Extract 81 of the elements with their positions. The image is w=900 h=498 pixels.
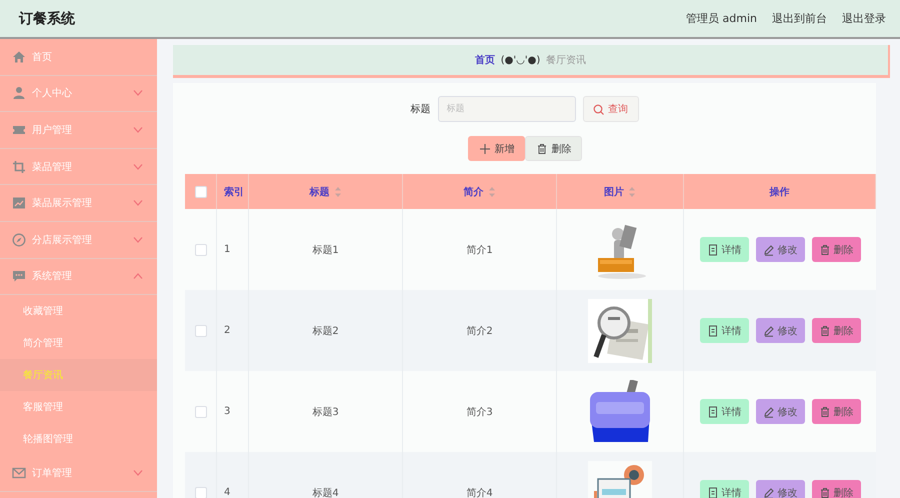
home-icon — [12, 50, 26, 64]
trash-icon — [818, 324, 830, 336]
trash-icon — [818, 486, 830, 498]
compass-icon — [12, 232, 26, 247]
mail-icon — [12, 466, 26, 480]
menu-item[interactable]: 个人中心 — [0, 76, 157, 112]
column-label: 标题 — [310, 186, 330, 198]
table-cell: 3 — [224, 406, 230, 417]
menu-item[interactable]: 订单管理 — [0, 455, 157, 492]
table-cell-text: 标题3 — [312, 406, 339, 418]
delete-button[interactable]: 删除 — [812, 399, 860, 424]
edit-button[interactable]: 修改 — [756, 480, 804, 498]
breadcrumb-separator: (●'◡'●) — [500, 54, 540, 66]
table-cell-text: 简介3 — [466, 406, 493, 418]
delete-button[interactable]: 删除 — [812, 480, 860, 498]
detail-button[interactable]: 详情 — [700, 399, 748, 424]
checkbox[interactable] — [194, 406, 206, 418]
add-button[interactable]: 新增 — [468, 136, 525, 161]
edit-button[interactable]: 修改 — [756, 318, 804, 343]
header-link[interactable]: 退出到前台 — [772, 11, 827, 26]
checkbox[interactable] — [194, 486, 206, 498]
breadcrumb-link[interactable]: 首页 — [474, 53, 495, 67]
table-cell-text: 简介2 — [466, 324, 493, 338]
person-icon — [12, 86, 26, 100]
submenu-item[interactable]: 简介管理 — [0, 327, 157, 360]
submenu-item[interactable]: 轮播图管理 — [0, 423, 157, 456]
pencil-icon — [762, 244, 774, 256]
header-link[interactable]: 退出登录 — [842, 11, 886, 26]
table-cell-text: 标题4 — [312, 486, 339, 498]
crop-icon — [12, 160, 26, 174]
checkbox[interactable] — [194, 186, 206, 198]
menu-item[interactable]: 分店展示管理 — [0, 222, 157, 259]
pencil-icon — [762, 324, 774, 336]
delete-button[interactable]: 删除 — [812, 237, 860, 262]
menu-item[interactable]: 系统管理 — [0, 258, 157, 296]
table-cell: 2 — [224, 325, 230, 336]
edit-button[interactable]: 修改 — [756, 237, 804, 262]
document-icon — [706, 406, 718, 418]
detail-button[interactable]: 详情 — [700, 480, 748, 498]
chat-icon — [12, 269, 26, 284]
menu-item[interactable]: 用户管理 — [0, 112, 157, 149]
table-cell: 4 — [224, 487, 230, 498]
checkbox[interactable] — [194, 324, 206, 336]
chart-icon — [12, 196, 26, 210]
table-cell-text: 简介4 — [466, 486, 493, 498]
menu-item[interactable]: 菜品管理 — [0, 148, 157, 186]
breadcrumb-current: 餐厅资讯 — [546, 54, 586, 67]
submenu-item[interactable]: 客服管理 — [0, 391, 157, 424]
field-label: 标题 — [410, 102, 430, 116]
trash-icon — [818, 244, 830, 256]
table-cell: 1 — [224, 244, 230, 255]
search-button[interactable]: 查询 — [582, 96, 638, 122]
pencil-icon — [762, 406, 774, 418]
trash-icon — [818, 406, 830, 418]
detail-button[interactable]: 详情 — [700, 237, 748, 262]
menu-item[interactable]: 菜品展示管理 — [0, 185, 157, 222]
detail-button[interactable]: 详情 — [700, 318, 748, 343]
table-cell-text: 简介1 — [466, 244, 493, 256]
column-label: 索引 — [224, 186, 244, 198]
column-label: 简介 — [464, 186, 484, 198]
table-cell-text: 标题1 — [312, 244, 339, 256]
document-icon — [706, 486, 718, 498]
trash-icon — [536, 142, 548, 154]
submenu-item[interactable]: 收藏管理 — [0, 295, 157, 328]
menu-item[interactable]: 首页 — [0, 39, 157, 76]
delete-button[interactable]: 删除 — [525, 136, 582, 161]
delete-button[interactable]: 删除 — [812, 318, 860, 343]
edit-button[interactable]: 修改 — [756, 399, 804, 424]
column-label: 操作 — [770, 186, 790, 198]
pencil-icon — [762, 486, 774, 498]
checkbox[interactable] — [194, 244, 206, 256]
app-title: 订餐系统 — [19, 10, 75, 28]
submenu-item[interactable]: 餐厅资讯 — [0, 359, 157, 392]
column-label: 图片 — [604, 186, 624, 198]
search-icon — [593, 104, 604, 114]
plus-icon — [478, 142, 490, 154]
table-cell-text: 标题2 — [312, 324, 339, 338]
search-field[interactable]: 标题 — [438, 96, 576, 122]
document-icon — [706, 244, 718, 256]
document-icon — [706, 324, 718, 336]
user-menu-link[interactable]: 管理员 admin — [686, 11, 757, 26]
